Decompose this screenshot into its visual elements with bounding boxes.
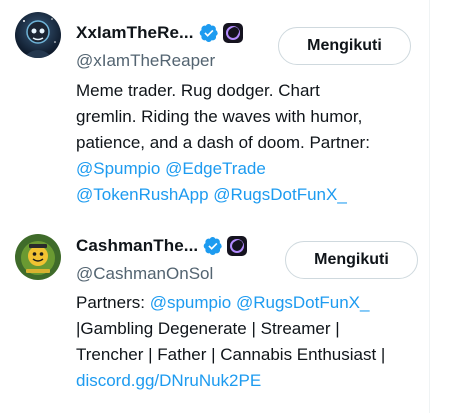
bio-line: |Gambling Degenerate | Streamer | (76, 319, 340, 338)
external-link[interactable]: discord.gg/DNruNuk2PE (76, 371, 261, 390)
mention-link[interactable]: @EdgeTrade (165, 159, 266, 178)
bio-line: gremlin. Riding the waves with humor, (76, 107, 363, 126)
bio-line: Trencher | Father | Cannabis Enthusiast … (76, 345, 386, 364)
user-bio: Meme trader. Rug dodger. Chart gremlin. … (76, 78, 416, 208)
follow-list-panel: XxIamTheRe... @xIamTheReaper Mengikuti M… (0, 0, 430, 413)
display-name[interactable]: CashmanThe... (76, 236, 198, 256)
display-name[interactable]: XxIamTheRe... (76, 23, 194, 43)
avatar[interactable] (15, 234, 61, 280)
user-bio: Partners: @spumpio @RugsDotFunX_ |Gambli… (76, 290, 416, 394)
bio-line: Partners: @spumpio @RugsDotFunX_ (76, 290, 416, 316)
mention-link[interactable]: @TokenRushApp (76, 185, 209, 204)
bio-line: Meme trader. Rug dodger. Chart (76, 81, 320, 100)
name-row: CashmanThe... (76, 234, 248, 258)
mention-link[interactable]: @RugsDotFunX_ (236, 293, 370, 312)
user-handle[interactable]: @CashmanOnSol (76, 264, 213, 284)
bio-line: patience, and a dash of doom. Partner: (76, 133, 370, 152)
user-handle[interactable]: @xIamTheReaper (76, 51, 215, 71)
name-row: XxIamTheRe... (76, 21, 243, 45)
bio-line: @TokenRushApp @RugsDotFunX_ (76, 182, 416, 208)
bio-line: discord.gg/DNruNuk2PE (76, 368, 416, 394)
avatar[interactable] (15, 12, 61, 58)
bio-text: Partners: (76, 293, 150, 312)
mention-link[interactable]: @RugsDotFunX_ (213, 185, 347, 204)
affiliate-badge-icon[interactable] (227, 236, 248, 256)
following-button[interactable]: Mengikuti (278, 27, 411, 65)
mention-link[interactable]: @spumpio (150, 293, 232, 312)
verified-badge-icon (199, 23, 219, 43)
mention-link[interactable]: @Spumpio (76, 159, 160, 178)
affiliate-badge-icon[interactable] (222, 23, 243, 43)
bio-line: @Spumpio @EdgeTrade (76, 156, 416, 182)
verified-badge-icon (203, 236, 223, 256)
following-button[interactable]: Mengikuti (285, 241, 418, 279)
